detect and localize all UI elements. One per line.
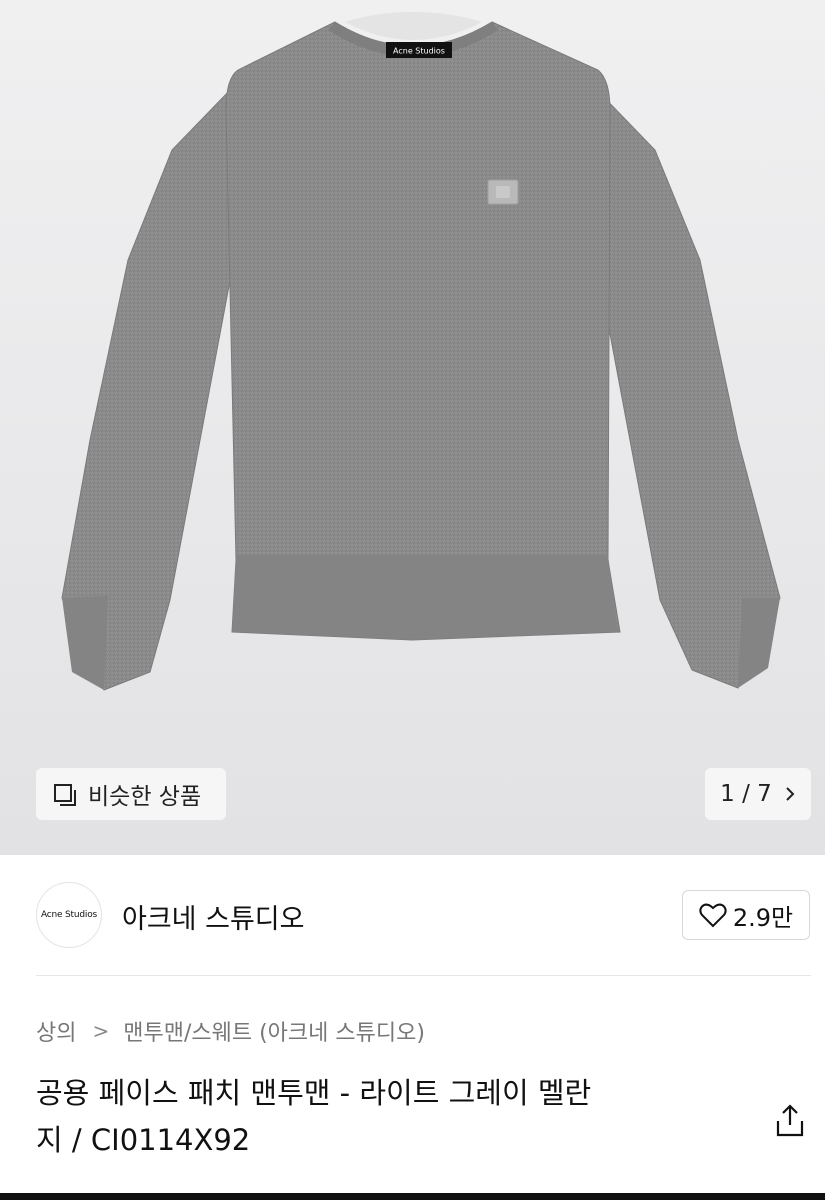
similar-products-icon (54, 784, 76, 806)
product-title: 공용 페이스 패치 맨투맨 - 라이트 그레이 멜란 지 / CI0114X92 (36, 1070, 756, 1164)
similar-products-button[interactable]: 비슷한 상품 (36, 768, 226, 820)
product-title-line1: 공용 페이스 패치 맨투맨 - 라이트 그레이 멜란 (36, 1076, 592, 1110)
bottom-bar (0, 1193, 825, 1200)
sweater-image: Acne Studios (61, 12, 781, 691)
breadcrumb-item-category[interactable]: 상의 (36, 1015, 76, 1047)
breadcrumb: 상의 > 맨투맨/스웨트 (아크네 스튜디오) (36, 1015, 425, 1047)
divider (36, 975, 811, 976)
breadcrumb-item-subcategory[interactable]: 맨투맨/스웨트 (아크네 스튜디오) (123, 1015, 425, 1047)
product-image-carousel[interactable]: Acne Studios 비슷한 상품 1 / 7 (0, 0, 825, 855)
breadcrumb-separator: > (92, 1019, 110, 1043)
brand-name[interactable]: 아크네 스튜디오 (122, 897, 304, 936)
share-icon (776, 1104, 804, 1137)
similar-products-label: 비슷한 상품 (88, 784, 202, 810)
product-title-line2: 지 / CI0114X92 (36, 1123, 251, 1157)
pager-text: 1 / 7 (720, 781, 772, 807)
collar-label-text: Acne Studios (393, 47, 445, 56)
brand-row: Acne Studios 아크네 스튜디오 2.9만 (0, 855, 825, 977)
like-count: 2.9만 (732, 903, 794, 932)
like-button[interactable]: 2.9만 (682, 890, 810, 940)
chevron-right-icon (786, 787, 795, 801)
heart-icon (699, 903, 727, 928)
share-button[interactable] (773, 1103, 807, 1139)
image-pager[interactable]: 1 / 7 (705, 768, 811, 820)
brand-logo-text: Acne Studios (40, 910, 97, 920)
brand-logo[interactable]: Acne Studios (36, 882, 102, 948)
